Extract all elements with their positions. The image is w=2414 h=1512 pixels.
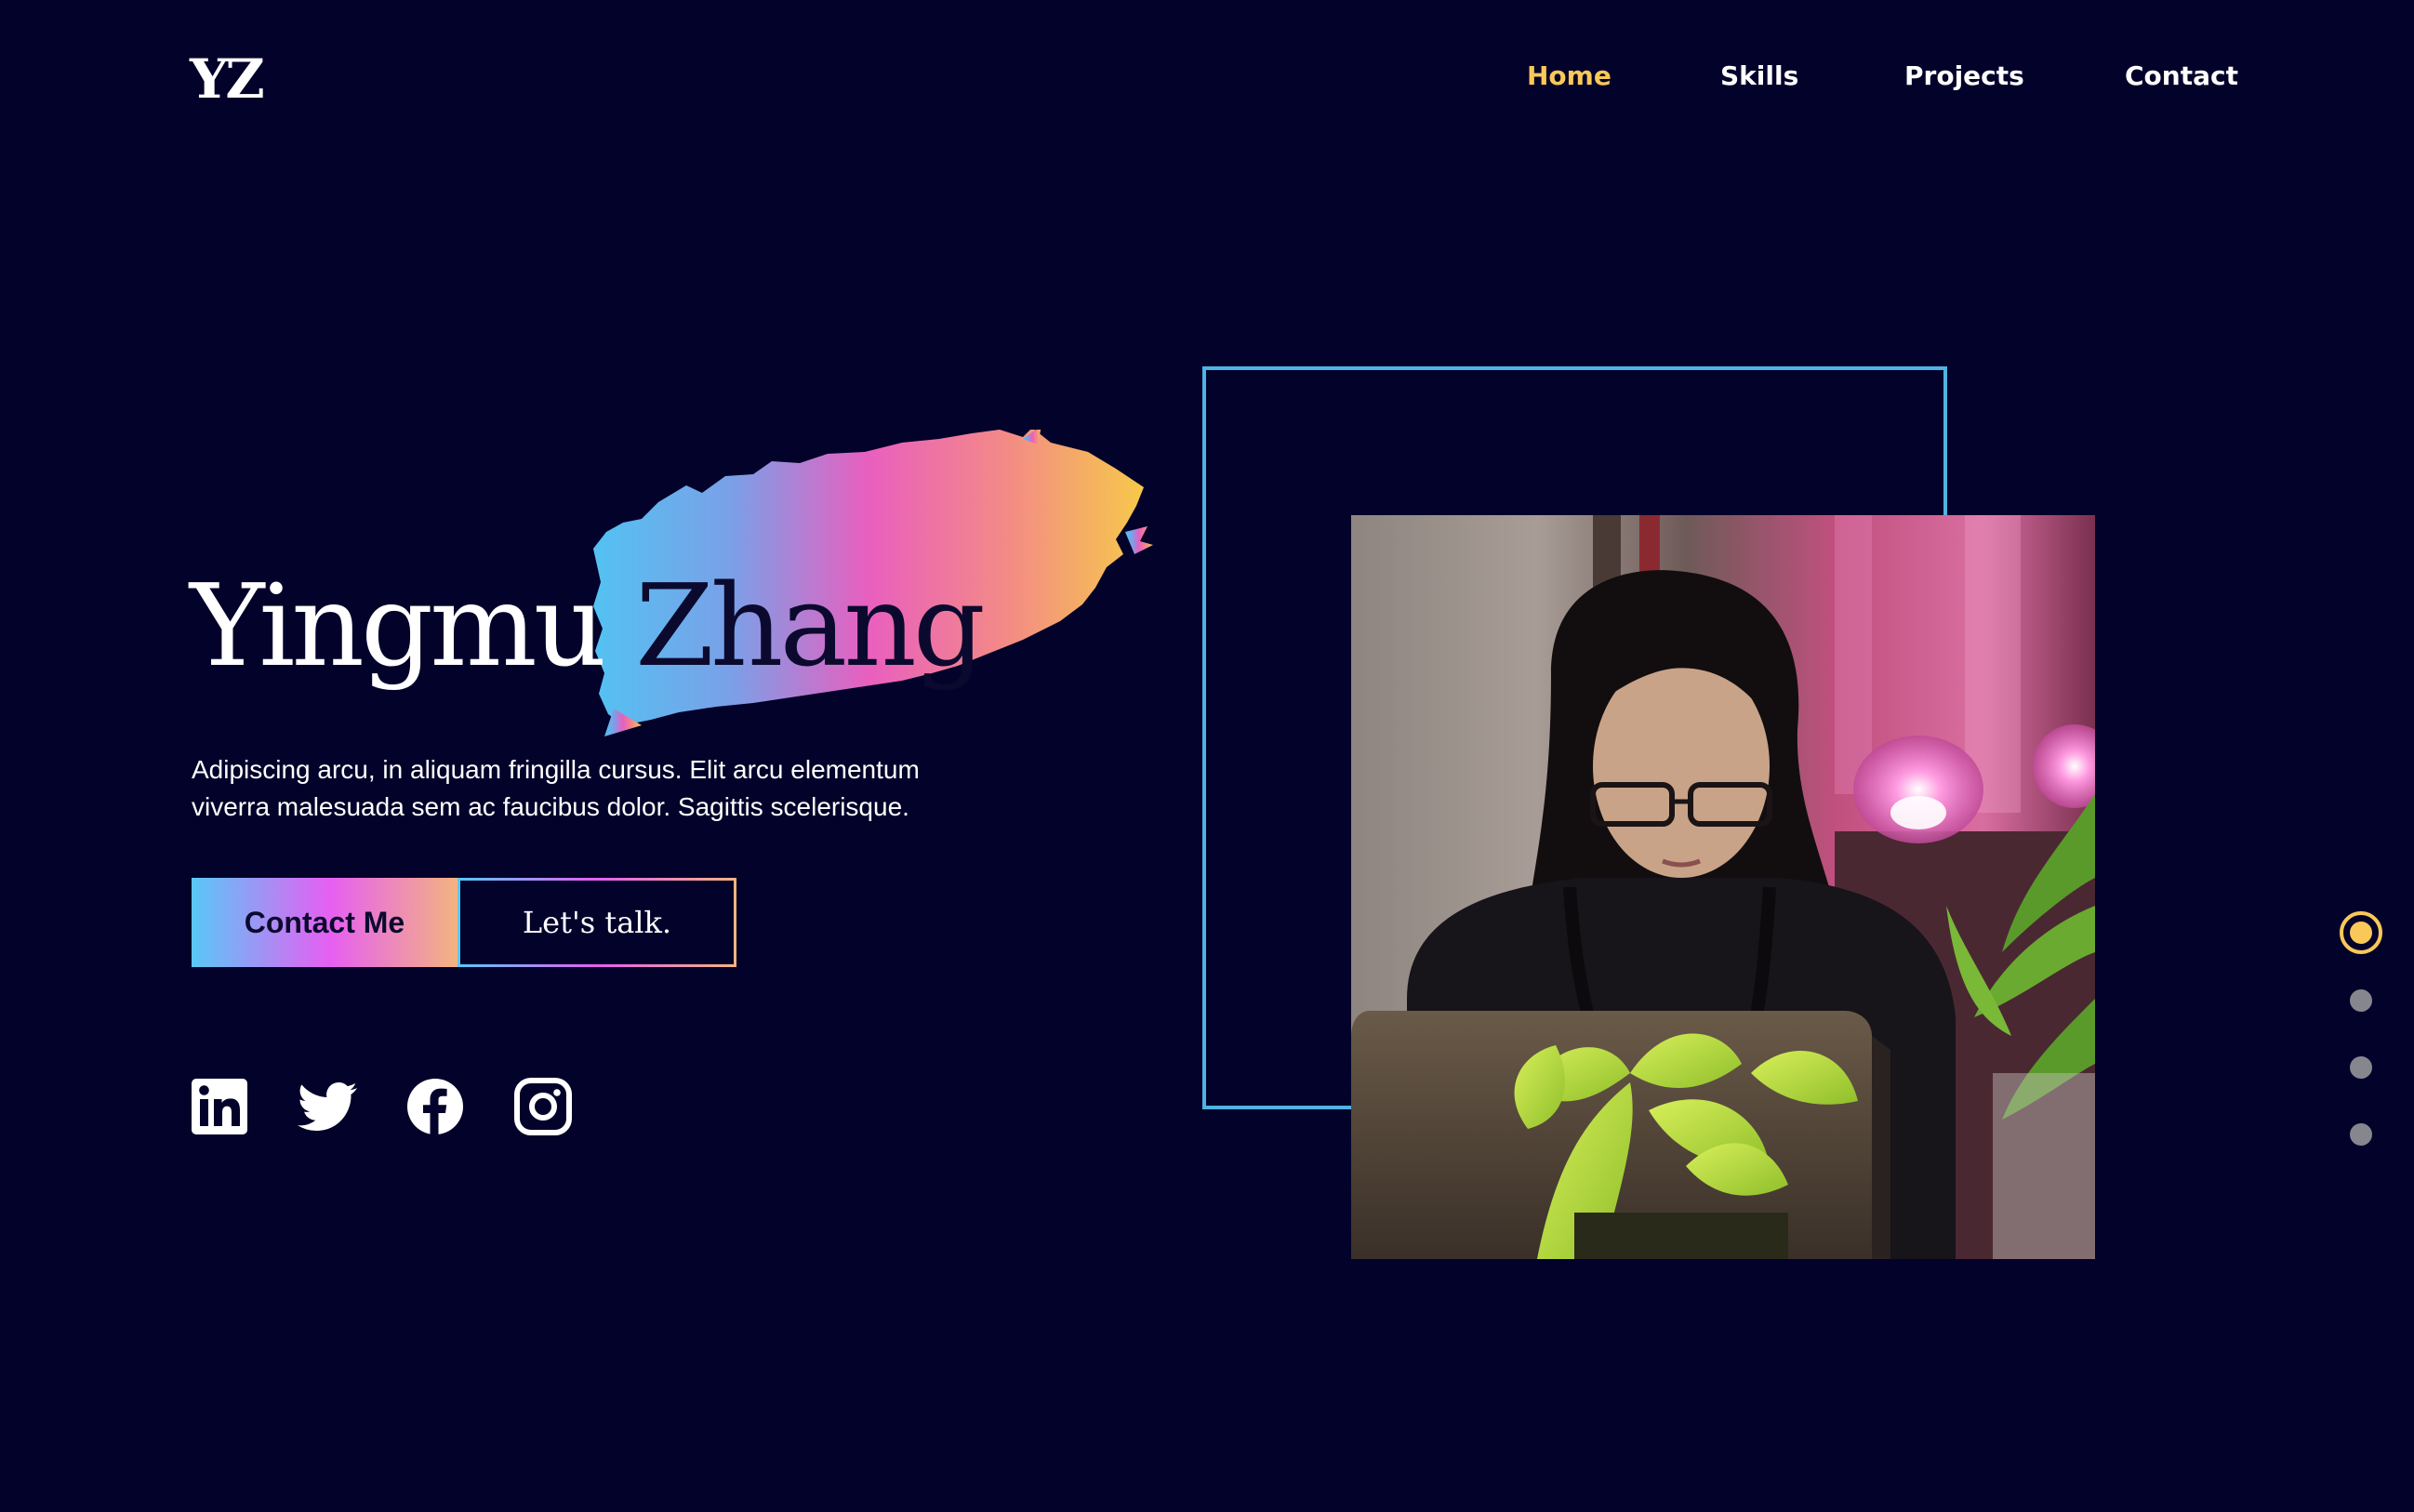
nav-projects[interactable]: Projects [1904,58,2024,95]
lets-talk-button[interactable]: Let's talk. [458,878,736,967]
contact-me-button[interactable]: Contact Me [192,878,458,967]
hero-title: Yingmu Zhang [190,556,986,696]
nav-skills[interactable]: Skills [1720,58,1798,95]
facebook-link[interactable] [405,1077,465,1136]
linkedin-link[interactable] [190,1077,249,1136]
last-name: Zhang [635,560,986,692]
page-dot-3[interactable] [2350,1056,2372,1079]
site-logo[interactable]: YZ [190,48,265,110]
first-name: Yingmu [190,560,606,692]
facebook-icon [407,1079,463,1134]
twitter-icon [298,1081,357,1131]
instagram-icon [514,1078,572,1135]
page-dot-4[interactable] [2350,1123,2372,1146]
description-line: Adipiscing arcu, in aliquam fringilla cu… [192,755,920,784]
linkedin-icon [192,1079,247,1134]
page-dot-2[interactable] [2350,989,2372,1012]
instagram-link[interactable] [513,1077,573,1136]
description-line: viverra malesuada sem ac faucibus dolor.… [192,792,909,821]
nav-contact[interactable]: Contact [2125,58,2238,95]
twitter-link[interactable] [298,1077,357,1136]
profile-photo [1351,515,2095,1259]
nav-home[interactable]: Home [1527,58,1612,95]
page-dot-1[interactable] [2340,911,2382,954]
hero-description: Adipiscing arcu, in aliquam fringilla cu… [192,751,1028,826]
